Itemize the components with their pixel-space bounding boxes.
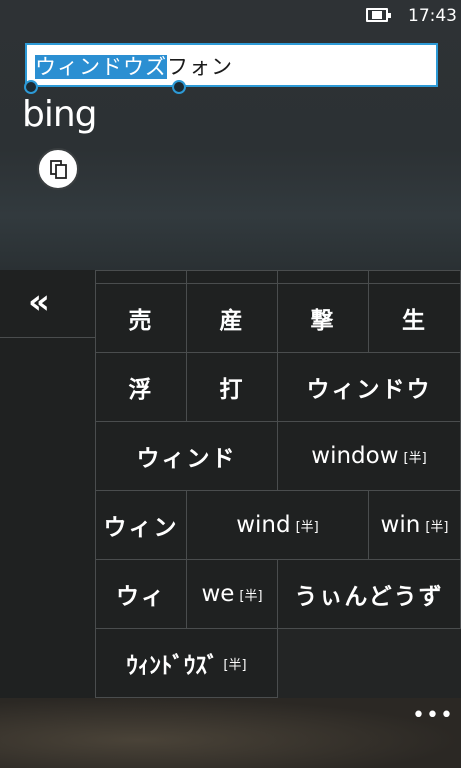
candidate-key[interactable]: 生 xyxy=(368,283,461,353)
selected-text: ウィンドウズ xyxy=(35,55,167,79)
candidate-key[interactable]: ウィンドウ xyxy=(277,352,461,422)
selection-start-handle[interactable] xyxy=(24,80,38,94)
background-bottom xyxy=(0,698,461,768)
candidate-key[interactable]: ウィン xyxy=(95,490,187,560)
candidate-grid: 売 産 撃 生 浮 打 ウィンドウ ウィンド window [半] ウィン win… xyxy=(95,270,461,698)
background-top xyxy=(0,0,461,270)
collapse-candidates-button[interactable]: « xyxy=(0,270,95,338)
status-time: 17:43 xyxy=(408,6,457,26)
copy-button[interactable] xyxy=(37,148,79,190)
candidate-key[interactable]: win [半] xyxy=(368,490,461,560)
bing-logo: bing xyxy=(22,94,98,135)
candidate-key[interactable]: we [半] xyxy=(186,559,278,629)
candidate-key[interactable]: 産 xyxy=(186,283,278,353)
candidate-key[interactable]: ウィンド xyxy=(95,421,278,491)
search-text: ウィンドウズフォン xyxy=(35,51,233,81)
candidate-key[interactable]: 浮 xyxy=(95,352,187,422)
selection-end-handle[interactable] xyxy=(172,80,186,94)
candidate-partial[interactable] xyxy=(277,270,369,284)
candidate-key[interactable]: 打 xyxy=(186,352,278,422)
candidate-key[interactable]: ウィ xyxy=(95,559,187,629)
candidate-key[interactable]: window [半] xyxy=(277,421,461,491)
candidate-key[interactable]: 撃 xyxy=(277,283,369,353)
battery-charging-icon xyxy=(366,8,391,22)
more-options-icon[interactable]: ••• xyxy=(412,703,454,728)
candidate-partial[interactable] xyxy=(368,270,461,284)
candidate-key[interactable]: うぃんどうず xyxy=(277,559,461,629)
candidate-key[interactable]: 売 xyxy=(95,283,187,353)
status-bar: 17:43 xyxy=(0,0,461,32)
copy-icon xyxy=(50,160,67,179)
candidate-key[interactable]: ｳｨﾝﾄﾞｳｽﾞ [半] xyxy=(95,628,278,698)
double-chevron-left-icon: « xyxy=(28,282,50,322)
unselected-text: フォン xyxy=(167,55,233,79)
candidate-key[interactable]: wind [半] xyxy=(186,490,369,560)
search-input[interactable]: ウィンドウズフォン xyxy=(25,43,438,87)
candidate-partial[interactable] xyxy=(186,270,278,284)
candidate-partial[interactable] xyxy=(95,270,187,284)
